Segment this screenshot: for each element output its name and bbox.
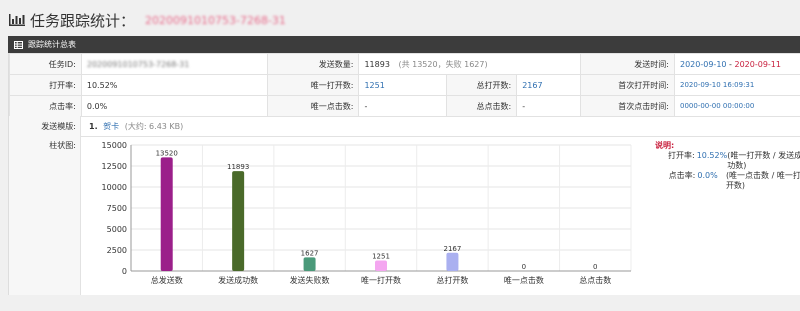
bar-value-label: 11893 <box>227 163 249 171</box>
table-row: 点击率: 0.0% 唯一点击数: - 总点击数: - 首次点击时间: 0000-… <box>9 95 800 117</box>
legend-value: 0.0% <box>697 171 718 180</box>
bar-value-label: 13520 <box>156 149 178 157</box>
x-tick-label: 发送失败数 <box>290 275 330 285</box>
first-open-value: 2020-09-10 16:09:31 <box>674 74 800 96</box>
legend-title: 说明: <box>655 141 675 150</box>
task-id-text: 2020091010753-7268-31 <box>86 59 190 69</box>
unique-click-value: - <box>358 95 448 117</box>
bar <box>375 260 387 271</box>
template-link[interactable]: 贺卡 <box>103 122 119 131</box>
bar <box>232 171 245 271</box>
table-row: 打开率: 10.52% 唯一打开数: 1251 总打开数: 2167 首次打开时… <box>9 74 800 96</box>
template-index: 1. <box>89 122 98 131</box>
sent-count-cell: 11893 (共 13520，失败 1627) <box>358 53 582 75</box>
sent-count-value: 11893 <box>364 59 390 69</box>
page-title: 任务跟踪统计： 2020091010753-7268-31 <box>8 8 286 32</box>
y-tick-label: 2500 <box>107 246 127 255</box>
click-rate-label: 点击率: <box>9 95 82 117</box>
y-tick-label: 5000 <box>107 225 127 234</box>
send-time-label: 发送时间: <box>580 53 675 75</box>
first-click-label: 首次点击时间: <box>580 95 675 117</box>
bar-value-label: 2167 <box>444 245 462 253</box>
legend-key: 点击率: <box>668 171 696 180</box>
open-rate-label: 打开率: <box>9 74 82 96</box>
unique-open-label: 唯一打开数: <box>266 74 360 96</box>
legend-row-open-rate: 打开率: 10.52% (唯一打开数 / 发送成功数) <box>655 151 800 171</box>
x-tick-label: 发送成功数 <box>218 275 258 285</box>
task-id-value: 2020091010753-7268-31 <box>80 53 268 75</box>
bar-chart-svg: 0 2500 5000 7500 10000 12500 15000 13520 总发送数 118… <box>102 141 632 285</box>
panel-header: 跟踪统计总表 <box>8 36 800 53</box>
send-time-end: 2020-09-11 <box>734 59 781 69</box>
sent-count-note: (共 13520，失败 1627) <box>398 59 488 69</box>
panel-title: 跟踪统计总表 <box>28 40 76 49</box>
legend-row-click-rate: 点击率: 0.0% (唯一点击数 / 唯一打开数) <box>655 171 800 191</box>
template-row: 发送模版: 1. 贺卡 (大约: 6.43 KB) <box>9 116 800 137</box>
bar <box>303 257 316 271</box>
y-tick-label: 10000 <box>102 183 127 192</box>
send-time-cell: 2020-09-10 - 2020-09-11 <box>674 53 800 75</box>
first-open-label: 首次打开时间: <box>580 74 675 96</box>
legend-key: 打开率: <box>668 151 695 160</box>
legend-desc: (唯一打开数 / 发送成功数) <box>727 151 800 170</box>
bar-chart: 0 2500 5000 7500 10000 12500 15000 13520 总发送数 118… <box>89 137 649 295</box>
bar-chart-icon <box>9 14 25 26</box>
x-tick-label: 唯一点击数 <box>504 275 544 285</box>
bar <box>160 157 173 271</box>
template-label: 发送模版: <box>9 116 81 137</box>
total-open-label: 总打开数: <box>446 74 518 96</box>
table-row: 任务ID: 2020091010753-7268-31 发送数量: 11893 … <box>9 53 800 75</box>
first-click-value: 0000-00-00 00:00:00 <box>674 95 800 117</box>
sent-count-label: 发送数量: <box>266 53 360 75</box>
total-click-label: 总点击数: <box>446 95 518 117</box>
bar <box>446 252 459 271</box>
bar-value-label: 1251 <box>372 252 390 260</box>
page-task-id: 2020091010753-7268-31 <box>145 13 286 27</box>
bar-value-label: 1627 <box>301 249 319 257</box>
bar-value-label: 0 <box>593 263 597 271</box>
open-rate-value: 10.52% <box>80 74 268 96</box>
x-tick-label: 总打开数 <box>436 275 468 285</box>
page-title-text: 任务跟踪统计： <box>30 11 136 30</box>
y-tick-label: 7500 <box>107 204 127 213</box>
template-size: (大约: 6.43 KB) <box>124 122 184 131</box>
send-time-start: 2020-09-10 <box>680 59 727 69</box>
y-tick-label: 15000 <box>102 141 127 150</box>
click-rate-value: 0.0% <box>80 95 268 117</box>
legend-box: 说明: 打开率: 10.52% (唯一打开数 / 发送成功数) 点击率: 0.0… <box>655 141 800 191</box>
unique-click-label: 唯一点击数: <box>266 95 360 117</box>
x-tick-label: 总发送数 <box>151 275 183 285</box>
stats-panel: 任务ID: 2020091010753-7268-31 发送数量: 11893 … <box>8 53 800 295</box>
chart-row: 柱状图: 0 2500 5000 7500 10000 12500 15000 13520 总发… <box>9 137 800 295</box>
y-tick-label: 12500 <box>102 162 127 171</box>
table-icon <box>14 40 23 49</box>
legend-value: 10.52% <box>696 151 728 160</box>
x-tick-label: 总点击数 <box>579 275 611 285</box>
template-value: 1. 贺卡 (大约: 6.43 KB) <box>89 116 183 137</box>
unique-open-value: 1251 <box>358 74 448 96</box>
legend-desc: (唯一点击数 / 唯一打开数) <box>725 171 800 190</box>
stats-table: 任务ID: 2020091010753-7268-31 发送数量: 11893 … <box>9 53 800 117</box>
y-tick-label: 0 <box>122 267 127 276</box>
chart-label: 柱状图: <box>9 137 81 295</box>
x-tick-label: 唯一打开数 <box>361 275 401 285</box>
bar-value-label: 0 <box>522 263 526 271</box>
footer-strip <box>0 295 800 311</box>
task-id-label: 任务ID: <box>9 53 82 75</box>
total-open-value: 2167 <box>516 74 582 96</box>
total-click-value: - <box>516 95 582 117</box>
